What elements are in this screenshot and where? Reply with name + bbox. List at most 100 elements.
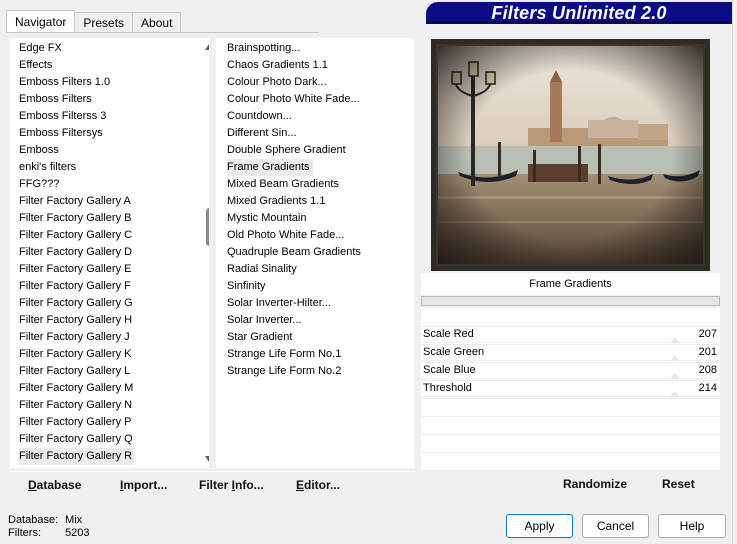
param-row-divider xyxy=(421,416,720,417)
category-item[interactable]: Filter Factory Gallery A xyxy=(10,193,209,210)
database-status-label: Database: xyxy=(8,514,59,526)
filter-list: Brainspotting... Chaos Gradients 1.1 Colou… xyxy=(216,38,414,380)
filter-item[interactable]: Quadruple Beam Gradients xyxy=(216,244,414,261)
category-item[interactable]: Filter Factory Gallery J xyxy=(10,329,209,346)
filter-list-panel: Brainspotting... Chaos Gradients 1.1 Colou… xyxy=(216,38,414,468)
banner-title: Filters Unlimited 2.0 xyxy=(491,3,667,23)
category-item[interactable]: Filter Factory Gallery G xyxy=(10,295,209,312)
database-button[interactable]: Database xyxy=(28,478,81,492)
filter-item[interactable]: Old Photo White Fade... xyxy=(216,227,414,244)
filter-item[interactable]: Mixed Gradients 1.1 xyxy=(216,193,414,210)
scrollbar-thumb[interactable] xyxy=(206,208,209,247)
category-item[interactable]: Emboss Filters 1.0 xyxy=(10,74,209,91)
tab-navigator[interactable]: Navigator xyxy=(6,10,76,32)
category-item[interactable]: Filter Factory Gallery H xyxy=(10,312,209,329)
preview-frame xyxy=(431,39,710,271)
filter-item[interactable]: Chaos Gradients 1.1 xyxy=(216,57,414,74)
database-status-value: Mix xyxy=(65,514,83,526)
filter-item[interactable]: Star Gradient xyxy=(216,329,414,346)
category-item[interactable]: enki's filters xyxy=(10,159,209,176)
category-item[interactable]: Filter Factory Gallery N xyxy=(10,397,209,414)
category-item[interactable]: Emboss Filters xyxy=(10,91,209,108)
param-slider-thumb-icon[interactable] xyxy=(670,391,680,397)
category-item[interactable]: Filter Factory Gallery D xyxy=(10,244,209,261)
filter-item[interactable]: Strange Life Form No.1 xyxy=(216,346,414,363)
param-value: 214 xyxy=(698,382,717,394)
apply-button[interactable]: Apply xyxy=(506,514,573,538)
param-row-threshold[interactable]: Threshold 214 xyxy=(421,380,720,397)
param-row-divider xyxy=(421,452,720,453)
scroll-down-arrow-icon[interactable] xyxy=(205,456,209,462)
param-value: 207 xyxy=(698,328,717,340)
param-value: 208 xyxy=(698,364,717,376)
filter-item[interactable]: Different Sin... xyxy=(216,125,414,142)
param-row-scale-green[interactable]: Scale Green 201 xyxy=(421,344,720,361)
venice-scene-image xyxy=(438,46,703,264)
filter-info-button[interactable]: Filter Info... xyxy=(199,478,264,492)
category-item[interactable]: Filter Factory Gallery P xyxy=(10,414,209,431)
param-label: Threshold xyxy=(423,382,472,394)
import-button[interactable]: Import... xyxy=(120,478,167,492)
filter-item[interactable]: Countdown... xyxy=(216,108,414,125)
left-button-bar: Database Import... Filter Info... Editor… xyxy=(10,471,415,497)
param-slider-thumb-icon[interactable] xyxy=(670,373,680,379)
param-label: Scale Blue xyxy=(423,364,476,376)
category-item[interactable]: Filter Factory Gallery L xyxy=(10,363,209,380)
category-item[interactable]: Edge FX xyxy=(10,40,209,57)
param-row-scale-blue[interactable]: Scale Blue 208 xyxy=(421,362,720,379)
editor-button[interactable]: Editor... xyxy=(296,478,340,492)
category-list-panel: Edge FX Effects Emboss Filters 1.0 Emboss F… xyxy=(10,38,209,468)
filters-status-value: 5203 xyxy=(65,527,90,539)
filter-item[interactable]: Colour Photo Dark... xyxy=(216,74,414,91)
filter-item[interactable]: Brainspotting... xyxy=(216,40,414,57)
category-item[interactable]: Filter Factory Gallery E xyxy=(10,261,209,278)
randomize-button[interactable]: Randomize xyxy=(563,477,627,491)
parameter-panel: Scale Red 207 Scale Green 201 Scale Blue 208 T… xyxy=(421,308,720,471)
filter-item-label: Frame Gradients xyxy=(227,159,313,176)
tab-divider xyxy=(6,32,319,33)
param-row-divider xyxy=(421,434,720,435)
filter-item[interactable]: Strange Life Form No.2 xyxy=(216,363,414,380)
category-item[interactable]: Emboss xyxy=(10,142,209,159)
filter-item[interactable]: Solar Inverter-Hilter... xyxy=(216,295,414,312)
filters-status-label: Filters: xyxy=(8,527,41,539)
category-item[interactable]: Filter Factory Gallery Q xyxy=(10,431,209,448)
category-item[interactable]: Effects xyxy=(10,57,209,74)
tab-presets[interactable]: Presets xyxy=(74,12,134,32)
category-item[interactable]: Filter Factory Gallery M xyxy=(10,380,209,397)
filter-item[interactable]: Solar Inverter... xyxy=(216,312,414,329)
category-item[interactable]: Filter Factory Gallery K xyxy=(10,346,209,363)
param-slider-thumb-icon[interactable] xyxy=(670,337,680,343)
param-label: Scale Green xyxy=(423,346,485,358)
category-item[interactable]: FFG??? xyxy=(10,176,209,193)
param-row-scale-red[interactable]: Scale Red 207 xyxy=(421,326,720,343)
category-item[interactable]: Filter Factory Gallery F xyxy=(10,278,209,295)
category-item[interactable]: Filter Factory Gallery C xyxy=(10,227,209,244)
category-item-label: Filter Factory Gallery R xyxy=(19,448,136,465)
param-slider-thumb-icon[interactable] xyxy=(670,355,680,361)
filter-item[interactable]: Mystic Mountain xyxy=(216,210,414,227)
category-item[interactable]: Filter Factory Gallery R xyxy=(10,448,209,465)
preview-filter-name: Frame Gradients xyxy=(421,273,720,295)
cancel-button[interactable]: Cancel xyxy=(582,514,649,538)
reset-button[interactable]: Reset xyxy=(662,477,695,491)
preview-image xyxy=(436,44,705,266)
category-item[interactable]: Emboss Filtersys xyxy=(10,125,209,142)
window-edge xyxy=(732,0,737,544)
scroll-up-arrow-icon[interactable] xyxy=(205,44,209,50)
category-list: Edge FX Effects Emboss Filters 1.0 Emboss F… xyxy=(10,38,209,465)
category-item[interactable]: Filter Factory Gallery B xyxy=(10,210,209,227)
filter-item[interactable]: Radial Sinality xyxy=(216,261,414,278)
category-item[interactable]: Emboss Filterss 3 xyxy=(10,108,209,125)
tab-about[interactable]: About xyxy=(132,12,182,32)
status-area: Database: Mix Filters: 5203 xyxy=(8,514,89,540)
filter-item[interactable]: Double Sphere Gradient xyxy=(216,142,414,159)
filter-item[interactable]: Mixed Beam Gradients xyxy=(216,176,414,193)
title-banner: Filters Unlimited 2.0 xyxy=(426,2,732,24)
help-button[interactable]: Help xyxy=(658,514,726,538)
category-scrollbar[interactable] xyxy=(202,38,209,468)
tab-strip: Navigator Presets About xyxy=(6,10,182,32)
filter-item[interactable]: Frame Gradients xyxy=(216,159,414,176)
filter-item[interactable]: Colour Photo White Fade... xyxy=(216,91,414,108)
filter-item[interactable]: Sinfinity xyxy=(216,278,414,295)
